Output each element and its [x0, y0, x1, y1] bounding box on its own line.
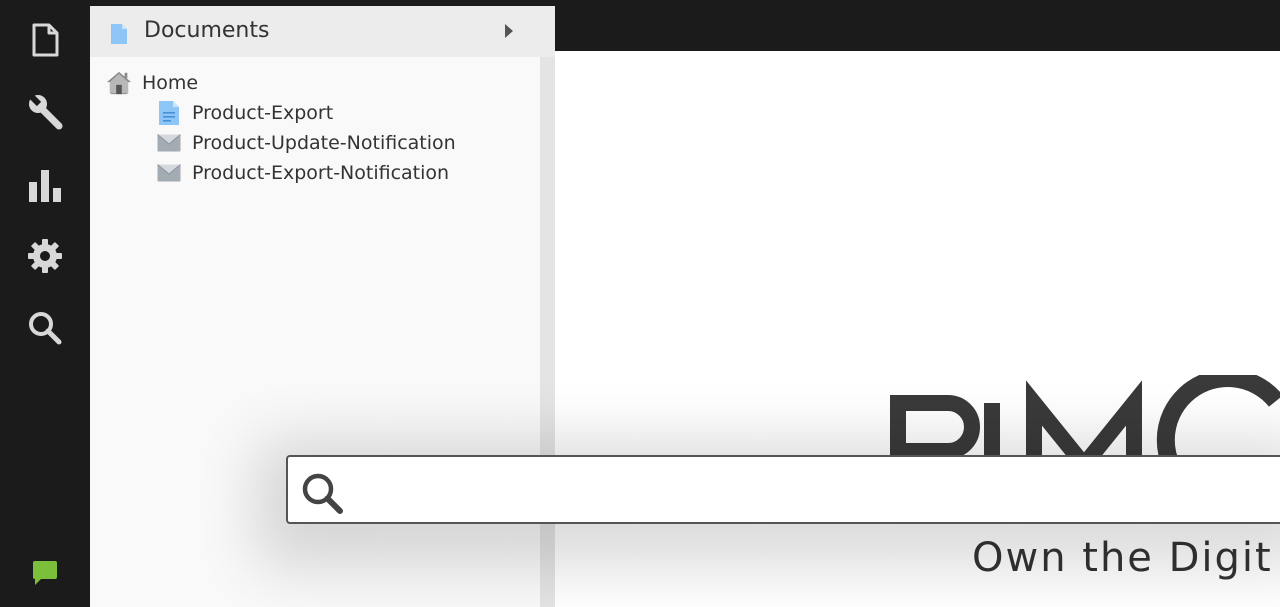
search-input[interactable]: [358, 465, 1258, 515]
home-icon: [106, 70, 132, 96]
tree-node-product-update-notification[interactable]: Product-Update-Notification: [156, 128, 456, 158]
tree-node-label: Product-Export: [192, 102, 334, 124]
page-document-icon: [156, 100, 182, 126]
wrench-icon[interactable]: [25, 92, 65, 132]
email-document-icon: [156, 130, 182, 156]
search-icon: [300, 471, 344, 519]
panel-scrollbar[interactable]: [540, 57, 555, 607]
tree-node-label: Home: [142, 72, 199, 94]
tree-node-home[interactable]: Home: [106, 68, 198, 98]
file-icon[interactable]: [25, 20, 65, 60]
main-navigation: [0, 0, 90, 607]
tree-node-product-export[interactable]: Product-Export: [156, 98, 333, 128]
gear-icon[interactable]: [25, 236, 65, 276]
caret-right-icon[interactable]: [504, 23, 514, 43]
tree-node-product-export-notification[interactable]: Product-Export-Notification: [156, 158, 449, 188]
document-icon: [110, 23, 128, 49]
tree-node-label: Product-Export-Notification: [192, 162, 450, 184]
email-document-icon: [156, 160, 182, 186]
panel-header: Documents: [90, 6, 555, 57]
search-icon[interactable]: [25, 308, 65, 348]
notification-icon[interactable]: [32, 600, 52, 607]
search-overlay: [286, 455, 1280, 524]
tree-node-label: Product-Update-Notification: [192, 132, 456, 154]
tagline: Own the Digit: [972, 535, 1273, 581]
panel-title: Documents: [144, 18, 270, 43]
bar-chart-icon[interactable]: [25, 165, 65, 205]
chat-icon[interactable]: [32, 560, 58, 590]
